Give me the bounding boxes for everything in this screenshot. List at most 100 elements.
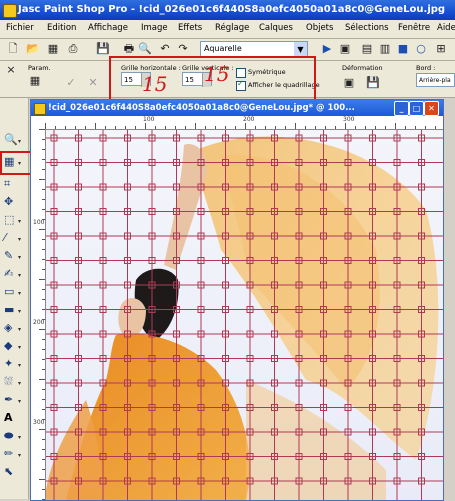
ruler-tick [42,149,45,150]
object-selector-icon[interactable]: ⬉ [4,464,24,480]
menu-calques[interactable]: Calques [259,23,293,33]
deformation-icon[interactable]: ▣ [342,76,356,90]
maximize-icon[interactable]: □ [409,101,424,116]
stop-icon[interactable]: ■ [396,42,410,56]
menu-edition[interactable]: Edition [47,23,76,33]
undo-icon[interactable]: ↶ [158,42,172,56]
params-label: Param. [28,64,51,72]
ruler-label: 200 [243,116,255,123]
cancel-x-icon[interactable]: ✕ [86,76,100,90]
crop-tool-icon[interactable]: ⌗ [4,176,24,192]
ruler-tick [185,126,186,129]
brush-preset-value: Aquarelle [204,44,242,53]
ruler-tick [39,379,45,380]
app-title: Jasc Paint Shop Pro - !cid_026e01c6f440S… [18,4,446,15]
new-file-icon[interactable]: 🗋 [6,42,20,56]
ruler-tick [195,123,196,129]
ruler-tick [135,126,136,129]
ruler-tick [42,189,45,190]
ruler-tick [285,126,286,129]
eraser-tool-icon[interactable]: ▬ ▾ [4,302,24,318]
presets-icon[interactable]: ▦ [28,74,42,88]
ruler-label: 200 [33,319,45,326]
menu-objets[interactable]: Objets [306,23,333,33]
menu-image[interactable]: Image [141,23,168,33]
menu-selections[interactable]: Sélections [345,23,389,33]
ruler-tick [275,126,276,129]
ruler-tick [39,229,45,230]
ruler-tick [42,489,45,490]
ruler-tick [145,123,146,129]
bord-select[interactable]: Arrière-pla [416,73,455,87]
apply-check-icon[interactable]: ✓ [64,76,78,90]
title-bar: Jasc Paint Shop Pro - !cid_026e01c6f440S… [0,0,455,20]
image-window: !cid_026e01c6f440S8a0efc4050a01a8c0@Gene… [30,99,444,501]
pen-draw-tool-icon[interactable]: ✏ ▾ [4,446,24,462]
ruler-tick [42,359,45,360]
ruler-tick [265,126,266,129]
ruler-tick [42,169,45,170]
menu-effets[interactable]: Effets [178,23,202,33]
ruler-tick [395,123,396,129]
save-icon[interactable]: 💾 [96,42,110,56]
circle-icon[interactable]: ○ [414,42,428,56]
ruler-tick [39,279,45,280]
print-icon[interactable]: 🖶 [122,42,136,56]
selection-tool-icon[interactable]: ⬚ ▾ [4,212,24,228]
layers-icon[interactable]: ▥ [378,42,392,56]
menu-affichage[interactable]: Affichage [88,23,128,33]
grid-icon[interactable]: ⊞ [434,42,448,56]
ruler-tick [125,126,126,129]
ruler-tick [75,126,76,129]
ruler-tick [375,126,376,129]
ruler-tick [42,399,45,400]
redo-icon[interactable]: ↷ [176,42,190,56]
chevron-down-icon[interactable]: ▼ [294,42,307,57]
open-folder-icon[interactable]: 📂 [26,42,40,56]
text-tool-icon[interactable]: A [4,410,24,426]
zoom-tool-icon[interactable]: 🔍 ▾ [4,132,24,148]
fill-tool-icon[interactable]: ◈ ▾ [4,320,24,336]
ruler-tick [42,289,45,290]
ruler-tick [42,499,45,500]
ruler-label: 300 [33,419,45,426]
retouch-tool-icon[interactable]: ▭ ▾ [4,284,24,300]
ruler-tick [42,349,45,350]
palette-icon[interactable]: ▤ [360,42,374,56]
dropper-tool-icon[interactable]: ⁄ ▾ [4,230,24,246]
close-icon[interactable]: × [4,63,18,77]
ruler-tick [365,126,366,129]
ruler-tick [405,126,406,129]
ruler-label: 100 [33,219,45,226]
airbrush-tool-icon[interactable]: ✦ ▾ [4,356,24,372]
ruler-tick [42,159,45,160]
ruler-tick [385,126,386,129]
play-script-icon[interactable]: ▶ [320,42,334,56]
browse-icon[interactable]: ▦ [46,42,60,56]
shape-tool-icon[interactable]: ⬬ ▾ [4,428,24,444]
ruler-tick [42,389,45,390]
menu-fichier[interactable]: Fichier [6,23,34,33]
paint-brush-tool-icon[interactable]: ✎ ▾ [4,248,24,264]
image-window-titlebar[interactable]: !cid_026e01c6f440S8a0efc4050a01a8c0@Gene… [31,100,443,116]
pen-tool-icon[interactable]: ✒ ▾ [4,392,24,408]
clone-tool-icon[interactable]: ✍ ▾ [4,266,24,282]
print-preview-icon[interactable]: 🔍 [138,42,152,56]
menu-reglage[interactable]: Réglage [215,23,249,33]
menu-fenetre[interactable]: Fenêtre [398,23,430,33]
scan-icon[interactable]: ⎙ [66,42,80,56]
save-deformation-icon[interactable]: 💾 [366,76,380,90]
picture-tube-icon[interactable]: ◆ ▾ [4,338,24,354]
ruler-tick [39,429,45,430]
close-icon[interactable]: ✕ [424,101,439,116]
ruler-tick [415,126,416,129]
annotation-v-number: 15 [204,62,230,86]
ruler-tick [42,249,45,250]
menu-aide[interactable]: Aide [437,23,455,33]
minimize-icon[interactable]: _ [394,101,409,116]
flood-fill-icon[interactable]: ⛆ ▾ [4,374,24,390]
ruler-tick [335,126,336,129]
script-edit-icon[interactable]: ▣ [338,42,352,56]
move-tool-icon[interactable]: ✥ [4,194,24,210]
image-canvas[interactable] [46,130,443,500]
